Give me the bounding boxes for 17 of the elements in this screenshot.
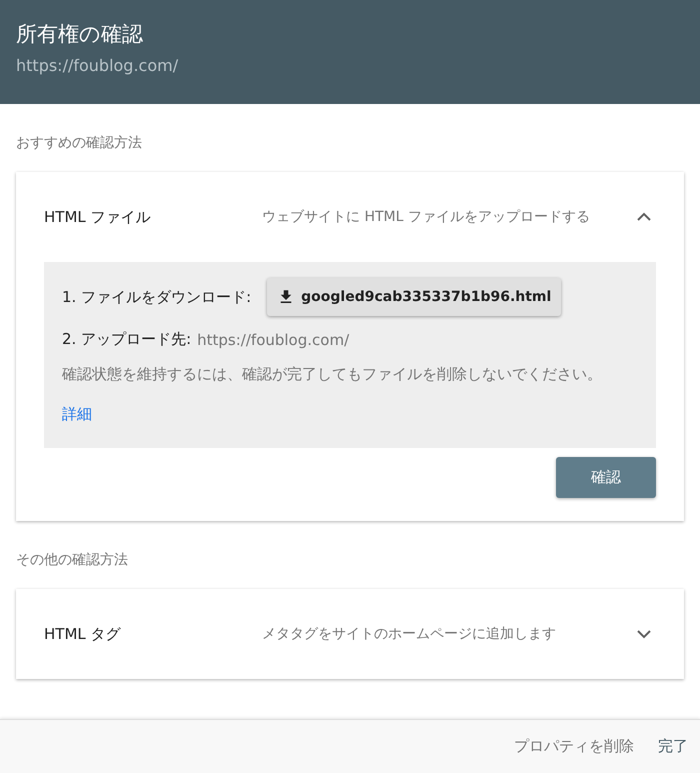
download-label: 1. ファイルをダウンロード:	[62, 288, 252, 306]
method-title: HTML ファイル	[44, 208, 152, 226]
dialog-title: 所有権の確認	[16, 21, 144, 48]
delete-property-button[interactable]: プロパティを削除	[510, 731, 638, 762]
details-link[interactable]: 詳細	[62, 399, 92, 424]
property-url: https://foublog.com/	[16, 56, 180, 75]
upload-label: 2. アップロード先:	[62, 330, 192, 349]
upload-url: https://foublog.com/	[197, 330, 350, 348]
download-button[interactable]: googled9cab335337b1b96.html	[267, 278, 562, 316]
verify-button[interactable]: 確認	[556, 457, 656, 498]
method-title: HTML タグ	[44, 624, 122, 644]
section-heading: おすすめの確認方法	[16, 134, 143, 153]
method-description: メタタグをサイトのホームページに追加します	[262, 624, 557, 644]
done-button[interactable]: 完了	[654, 731, 692, 762]
method-description: ウェブサイトに HTML ファイルをアップロードする	[262, 208, 591, 226]
note-text: 確認状態を維持するには、確認が完了してもファイルを削除しないでください。	[62, 364, 603, 385]
section-heading: その他の確認方法	[16, 551, 129, 570]
